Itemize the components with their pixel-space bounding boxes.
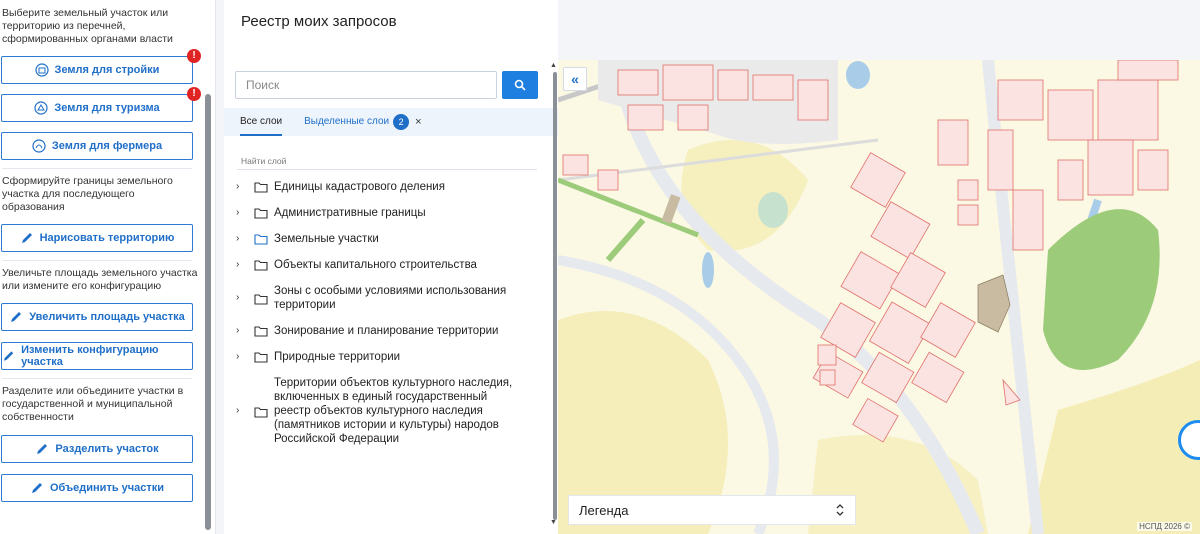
layer-item-label: Единицы кадастрового деления — [274, 181, 445, 193]
search-box — [235, 71, 497, 99]
map-attribution: НСПД 2026 © — [1137, 522, 1192, 531]
draw-territory-button[interactable]: Нарисовать территорию — [1, 224, 193, 252]
draw-territory-label: Нарисовать территорию — [39, 232, 175, 244]
chevron-right-icon[interactable]: › — [236, 232, 250, 246]
layer-item[interactable]: › Территории объектов культурного наслед… — [236, 376, 536, 446]
layer-item-label: Территории объектов культурного наследия… — [274, 377, 513, 445]
water-body — [758, 192, 788, 228]
layer-item[interactable]: › Земельные участки — [236, 232, 536, 246]
folder-icon — [254, 182, 268, 193]
search-input[interactable] — [236, 72, 496, 98]
increase-area-button[interactable]: Увеличить площадь участка — [1, 303, 193, 331]
legend-label: Легенда — [579, 502, 629, 518]
pencil-icon — [31, 483, 42, 493]
layer-item[interactable]: › Объекты капитального строительства — [236, 258, 536, 272]
find-layer-label: Найти слой — [241, 156, 287, 166]
land-for-tourism-label: Земля для туризма — [54, 102, 160, 114]
scroll-up-arrow-icon[interactable]: ▲ — [550, 62, 557, 69]
pencil-icon — [11, 312, 22, 322]
merge-parcels-button[interactable]: Объединить участки — [1, 474, 193, 502]
legend-dropdown[interactable]: Легенда — [568, 495, 856, 525]
section-hint-split: Разделите или объедините участки в госуд… — [2, 385, 184, 423]
layer-item-label: Административные границы — [274, 207, 426, 219]
folder-icon — [254, 208, 268, 219]
layers-panel: Реестр моих запросов Все слои Выделенные… — [224, 0, 558, 534]
pencil-icon — [37, 444, 48, 454]
folder-active-icon — [254, 234, 268, 245]
merge-parcels-label: Объединить участки — [49, 482, 165, 494]
layer-item-label: Объекты капитального строительства — [274, 259, 477, 271]
change-configuration-button[interactable]: Изменить конфигурацию участка — [1, 342, 193, 370]
layer-item[interactable]: › Зонирование и планирование территории — [236, 324, 536, 338]
selected-count-badge: 2 — [393, 114, 410, 130]
chevron-right-icon[interactable]: › — [236, 258, 250, 272]
land-farmer-icon — [32, 139, 46, 153]
land-build-icon — [34, 63, 49, 77]
divider — [2, 168, 192, 169]
collapse-panel-button[interactable]: « — [563, 67, 587, 91]
pencil-icon — [3, 351, 14, 361]
actions-scrollbar[interactable] — [205, 94, 211, 530]
map-canvas[interactable] — [558, 60, 1200, 534]
error-badge: ! — [187, 87, 201, 101]
folder-icon — [254, 293, 268, 305]
tab-selected-layers[interactable]: Выделенные слои 2 × — [304, 108, 422, 136]
search-button[interactable] — [502, 71, 538, 99]
search-icon — [514, 79, 526, 91]
chevron-right-icon[interactable]: › — [236, 291, 250, 305]
map-view[interactable]: « Легенда НСПД 2026 © — [558, 60, 1200, 534]
split-parcel-label: Разделить участок — [55, 443, 159, 455]
layer-item-label: Земельные участки — [274, 233, 379, 245]
section-hint-draw: Сформируйте границы земельного участка д… — [2, 175, 173, 213]
layer-item[interactable]: › Административные границы — [236, 206, 536, 220]
double-chevron-left-icon: « — [571, 71, 579, 87]
tab-all-layers[interactable]: Все слои — [240, 108, 283, 136]
chevron-right-icon[interactable]: › — [236, 404, 250, 418]
water-body — [846, 61, 870, 89]
pencil-icon — [21, 233, 32, 243]
folder-icon — [254, 326, 268, 337]
layer-item[interactable]: › Природные территории — [236, 350, 536, 364]
land-tourism-icon — [34, 101, 48, 115]
folder-icon — [254, 406, 268, 418]
layer-tree: › Единицы кадастрового деления › Админис… — [236, 180, 536, 446]
divider — [2, 378, 192, 379]
actions-scroll-area: Выберите земельный участок или территори… — [0, 0, 204, 534]
folder-icon — [254, 352, 268, 363]
folder-icon — [254, 260, 268, 271]
change-configuration-label: Изменить конфигурацию участка — [21, 344, 159, 368]
clear-selected-icon[interactable]: × — [415, 108, 421, 136]
section-hint-lists: Выберите земельный участок или территори… — [2, 7, 173, 45]
land-for-farmer-button[interactable]: Земля для фермера — [1, 132, 193, 160]
land-for-farmer-label: Земля для фермера — [51, 140, 163, 152]
tab-selected-label: Выделенные слои — [304, 116, 390, 127]
water-body — [702, 252, 714, 288]
chevron-right-icon[interactable]: › — [236, 180, 250, 194]
error-badge: ! — [187, 49, 201, 63]
layer-item[interactable]: › Единицы кадастрового деления — [236, 180, 536, 194]
layers-scrollbar[interactable] — [553, 72, 557, 520]
layer-tabs: Все слои Выделенные слои 2 × — [224, 108, 558, 136]
layer-item-label: Зонирование и планирование территории — [274, 325, 499, 337]
find-layer-underline — [237, 169, 537, 170]
land-for-construction-button[interactable]: Земля для стройки ! — [1, 49, 201, 84]
increase-area-label: Увеличить площадь участка — [29, 311, 185, 323]
layer-item-label: Зоны с особыми условиями использования т… — [274, 285, 507, 311]
page-title: Реестр моих запросов — [241, 13, 397, 30]
chevron-right-icon[interactable]: › — [236, 206, 250, 220]
land-for-construction-label: Земля для стройки — [54, 64, 160, 76]
split-parcel-button[interactable]: Разделить участок — [1, 435, 193, 463]
actions-panel: Выберите земельный участок или территори… — [0, 0, 216, 534]
layer-item-label: Природные территории — [274, 351, 401, 363]
layer-item[interactable]: › Зоны с особыми условиями использования… — [236, 284, 536, 312]
section-hint-resize: Увеличьте площадь земельного участка или… — [2, 267, 198, 292]
scroll-down-arrow-icon[interactable]: ▼ — [550, 519, 557, 526]
chevron-right-icon[interactable]: › — [236, 350, 250, 364]
divider — [2, 260, 192, 261]
chevron-up-down-icon — [836, 504, 844, 516]
app-root: Выберите земельный участок или территори… — [0, 0, 1200, 534]
land-for-tourism-button[interactable]: Земля для туризма ! — [1, 87, 201, 122]
chevron-right-icon[interactable]: › — [236, 324, 250, 338]
